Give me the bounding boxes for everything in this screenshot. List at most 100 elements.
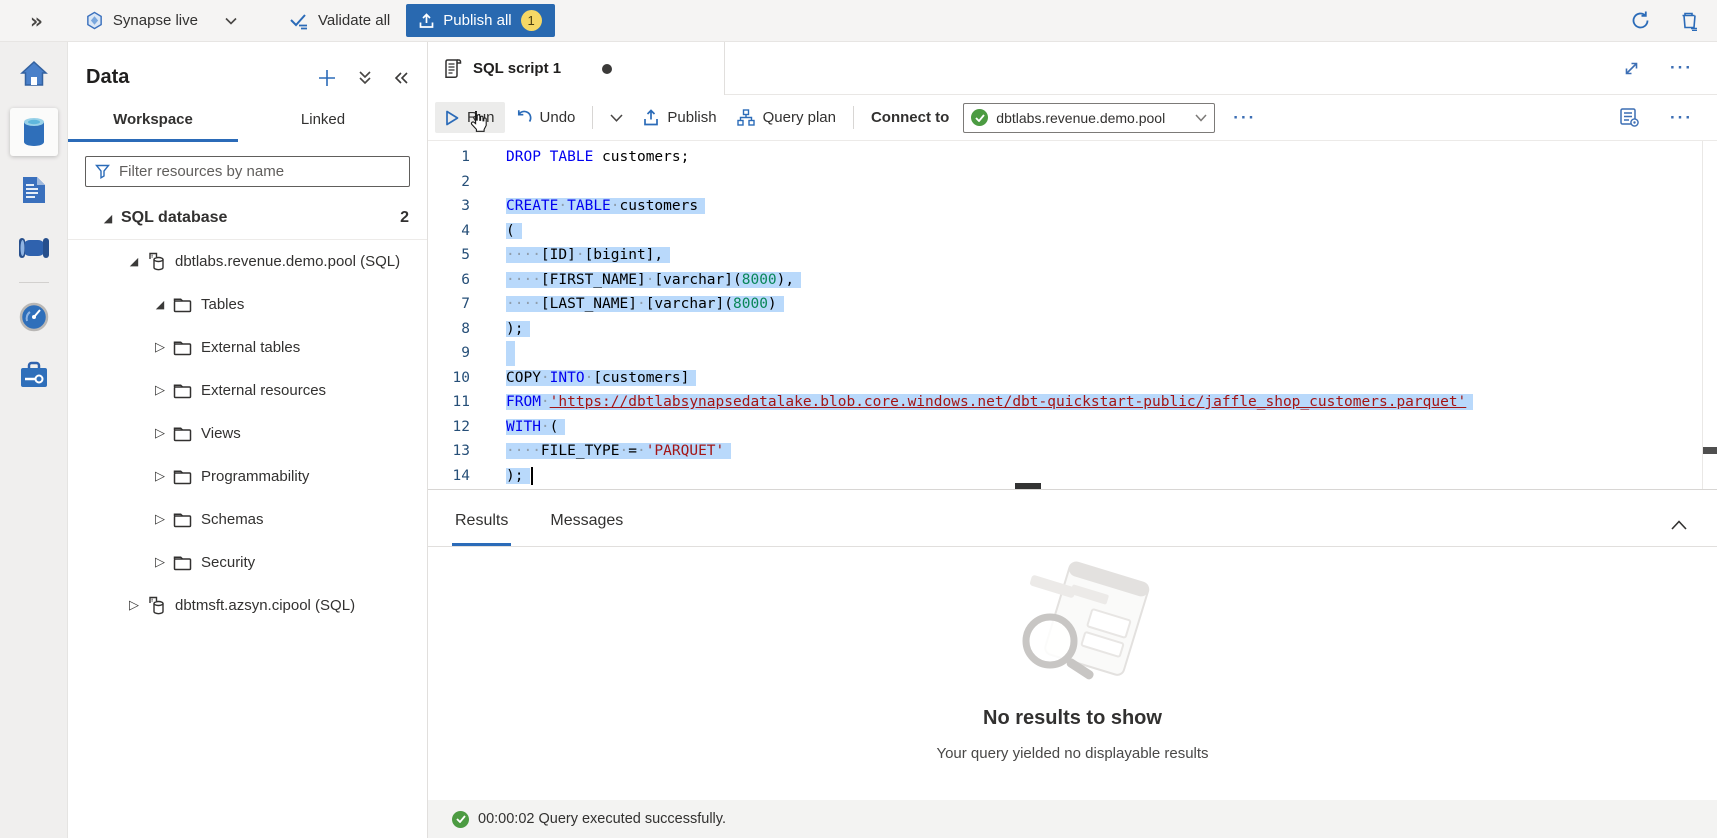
code-text[interactable]: WITH·( <box>470 415 565 440</box>
code-text[interactable]: ····[FIRST_NAME]·[varchar](8000), <box>470 268 801 293</box>
folder-icon <box>173 382 201 400</box>
query-plan-button[interactable]: Query plan <box>727 102 846 133</box>
chevron-down-icon <box>225 17 237 25</box>
line-number: 1 <box>428 145 470 170</box>
code-text[interactable]: CREATE·TABLE·customers <box>470 194 705 219</box>
collapsed-triangle-icon[interactable]: ▷ <box>129 598 139 613</box>
code-text[interactable]: ( <box>470 219 522 244</box>
undo-button[interactable]: Undo <box>505 102 586 133</box>
line-number: 8 <box>428 317 470 342</box>
refresh-icon[interactable] <box>1630 10 1651 31</box>
filter-funnel-icon <box>95 164 110 179</box>
top-command-bar: » Synapse live Validate all Publish all … <box>0 0 1717 42</box>
integrate-icon <box>18 236 50 260</box>
tree-item-sql-database[interactable]: ◢SQL database2 <box>68 197 427 240</box>
editor-scrollbar-thumb[interactable] <box>1703 447 1717 454</box>
connect-to-pool-select[interactable]: dbtlabs.revenue.demo.pool <box>963 103 1215 133</box>
code-text[interactable]: ····[LAST_NAME]·[varchar](8000) <box>470 292 784 317</box>
double-chevron-down-icon[interactable] <box>358 70 372 85</box>
folder-icon <box>173 339 201 357</box>
collapsed-triangle-icon[interactable]: ▷ <box>155 469 165 484</box>
tree-item-label: Schemas <box>201 511 264 528</box>
status-message: 00:00:02 Query executed successfully. <box>478 811 726 827</box>
nav-integrate-button[interactable] <box>10 224 58 272</box>
expanded-triangle-icon[interactable]: ◢ <box>104 212 112 225</box>
expand-menu-icon[interactable]: » <box>30 9 43 33</box>
editor-results-divider[interactable] <box>428 489 1717 490</box>
publish-button[interactable]: Publish <box>633 102 726 133</box>
tab-linked[interactable]: Linked <box>238 111 408 142</box>
code-line-1: 1DROP TABLE customers; <box>428 145 1717 170</box>
tree-item-label: Views <box>201 425 241 442</box>
line-number: 12 <box>428 415 470 440</box>
collapsed-triangle-icon[interactable]: ▷ <box>155 512 165 527</box>
nav-data-button[interactable] <box>10 108 58 156</box>
tree-item-dbtlabs-revenue-demo-pool-sql[interactable]: ◢dbtlabs.revenue.demo.pool (SQL) <box>68 240 427 283</box>
collapsed-triangle-icon[interactable]: ▷ <box>155 426 165 441</box>
code-text[interactable] <box>470 170 506 195</box>
code-text[interactable]: ····FILE_TYPE·=·'PARQUET' <box>470 439 731 464</box>
code-text[interactable]: COPY·INTO·[customers] <box>470 366 696 391</box>
undo-redo-dropdown[interactable] <box>600 107 633 129</box>
tab-workspace[interactable]: Workspace <box>68 111 238 142</box>
resource-tree: ◢SQL database2◢dbtlabs.revenue.demo.pool… <box>68 197 427 627</box>
tree-item-tables[interactable]: ◢Tables <box>68 283 427 326</box>
add-resource-icon[interactable] <box>318 69 336 87</box>
tab-more-icon[interactable]: ··· <box>1670 58 1693 78</box>
splitter-handle[interactable] <box>1015 483 1041 489</box>
discard-all-icon[interactable] <box>1679 10 1699 31</box>
tree-item-schemas[interactable]: ▷ Schemas <box>68 498 427 541</box>
collapse-panel-icon[interactable] <box>394 71 409 85</box>
code-line-2: 2 <box>428 170 1717 195</box>
tree-item-count: 2 <box>400 209 427 227</box>
editor-right-border <box>1702 141 1703 489</box>
document-tabbar: SQL script 1 ··· <box>428 42 1717 95</box>
properties-icon[interactable] <box>1619 107 1640 128</box>
data-panel-tabs: Workspace Linked <box>68 111 427 142</box>
code-text[interactable]: DROP TABLE customers; <box>470 145 689 170</box>
nav-develop-button[interactable] <box>10 166 58 214</box>
mode-selector[interactable]: Synapse live <box>85 11 237 30</box>
tree-item-views[interactable]: ▷ Views <box>68 412 427 455</box>
sidebar-divider <box>19 282 49 283</box>
run-button[interactable]: Run <box>435 102 505 133</box>
code-text[interactable]: ); <box>470 317 530 342</box>
sql-script-icon <box>443 58 462 79</box>
undo-label: Undo <box>540 109 576 126</box>
tree-item-external-resources[interactable]: ▷External resources <box>68 369 427 412</box>
code-text[interactable]: ····[ID]·[bigint], <box>470 243 670 268</box>
code-text[interactable]: ); <box>470 464 533 489</box>
tree-item-security[interactable]: ▷Security <box>68 541 427 584</box>
collapsed-triangle-icon[interactable]: ▷ <box>155 340 165 355</box>
collapsed-triangle-icon[interactable]: ▷ <box>155 383 165 398</box>
tab-sql-script-1[interactable]: SQL script 1 <box>428 42 725 95</box>
code-text[interactable] <box>470 341 515 366</box>
code-text[interactable]: FROM·'https://dbtlabsynapsedatalake.blob… <box>470 390 1473 415</box>
nav-manage-button[interactable] <box>10 351 58 399</box>
line-number: 9 <box>428 341 470 366</box>
tree-item-label: External tables <box>201 339 300 356</box>
expanded-triangle-icon[interactable]: ◢ <box>130 255 138 268</box>
nav-monitor-button[interactable] <box>10 293 58 341</box>
collapsed-triangle-icon[interactable]: ▷ <box>155 555 165 570</box>
tree-item-dbtmsft-azsyn-cipool-sql[interactable]: ▷dbtmsft.azsyn.cipool (SQL) <box>68 584 427 627</box>
filter-resources-input[interactable]: Filter resources by name <box>85 156 410 187</box>
nav-home-button[interactable] <box>10 50 58 98</box>
chevron-down-icon <box>1195 114 1207 122</box>
toolbar-more-icon[interactable]: ··· <box>1233 108 1256 128</box>
validate-all-button[interactable]: Validate all <box>289 12 390 30</box>
tab-results[interactable]: Results <box>452 512 511 546</box>
publish-all-button[interactable]: Publish all 1 <box>406 4 554 37</box>
tree-item-programmability[interactable]: ▷Programmability <box>68 455 427 498</box>
expanded-triangle-icon[interactable]: ◢ <box>156 298 164 311</box>
tab-messages[interactable]: Messages <box>547 512 626 546</box>
toolbar-overflow-icon[interactable]: ··· <box>1670 108 1693 128</box>
tree-item-external-tables[interactable]: ▷ External tables <box>68 326 427 369</box>
sql-code-editor[interactable]: 1DROP TABLE customers;23CREATE·TABLE·cus… <box>428 141 1717 489</box>
pool-name: dbtlabs.revenue.demo.pool <box>996 110 1165 126</box>
collapse-results-icon[interactable] <box>1671 520 1717 546</box>
develop-icon <box>21 175 47 205</box>
expand-editor-icon[interactable] <box>1623 60 1640 77</box>
pool-online-icon <box>971 109 988 126</box>
results-tabbar: Results Messages <box>428 490 1717 547</box>
